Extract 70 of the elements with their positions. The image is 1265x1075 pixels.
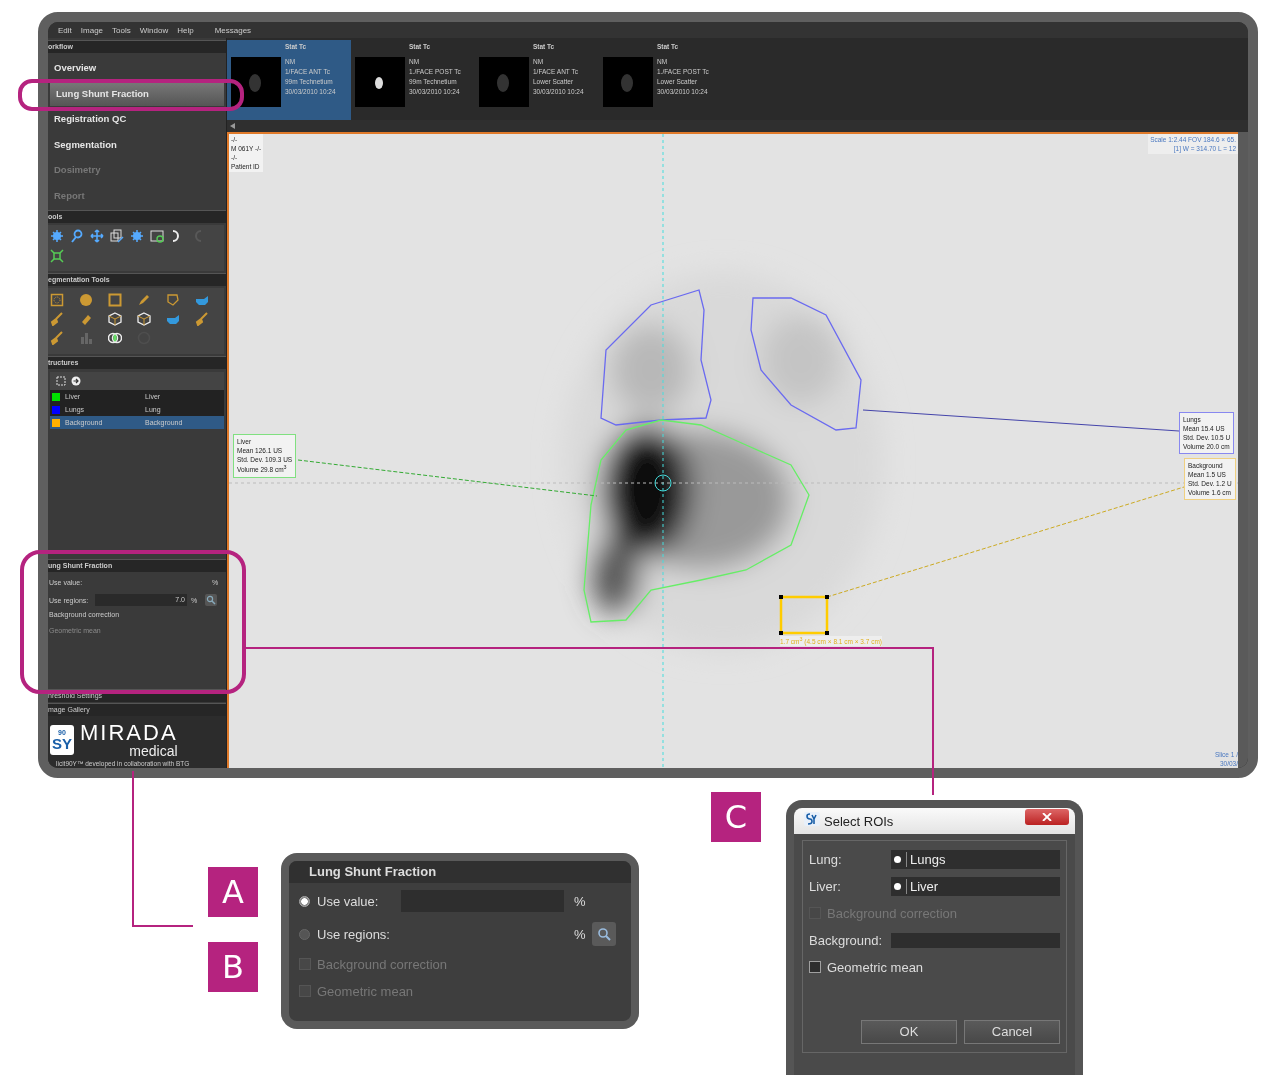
search-icon: [597, 927, 611, 941]
move-icon[interactable]: [90, 229, 104, 243]
eraser-icon[interactable]: [79, 312, 93, 326]
close-button[interactable]: [1025, 809, 1069, 825]
pencil-icon[interactable]: [137, 293, 151, 307]
workflow-item[interactable]: Registration QC: [48, 106, 226, 132]
callout-letter: B: [208, 942, 258, 992]
radio-button[interactable]: [299, 895, 310, 907]
window-icon[interactable]: [150, 229, 164, 243]
scrollbar[interactable]: [1238, 132, 1248, 768]
input-field[interactable]: [891, 932, 1060, 948]
gear-icon[interactable]: [130, 229, 144, 243]
field-label: Background:: [809, 932, 883, 948]
roi-selector[interactable]: Lungs: [891, 849, 1060, 869]
logo-text: MIRADA: [80, 722, 178, 744]
overlap-icon[interactable]: [108, 331, 122, 345]
square-icon[interactable]: [108, 293, 122, 307]
close-icon: [1042, 813, 1052, 821]
scan-thumbnail: [603, 57, 653, 107]
brush-icon[interactable]: [195, 312, 209, 326]
dashed-square-icon[interactable]: [50, 293, 64, 307]
search-button[interactable]: [592, 922, 616, 946]
cube-icon[interactable]: [137, 312, 151, 326]
callout-letter: C: [711, 792, 761, 842]
circle-icon[interactable]: [79, 293, 93, 307]
arrow-right-icon[interactable]: [71, 376, 81, 386]
lung-contour[interactable]: [600, 289, 712, 426]
menu-item[interactable]: Image: [80, 25, 104, 35]
checkbox[interactable]: [809, 961, 821, 973]
option-label: Use regions:: [317, 926, 391, 942]
crosshair-ring: [654, 474, 672, 492]
panel-title: Lung Shunt Fraction: [289, 861, 631, 883]
callout-letter: A: [208, 867, 258, 917]
logo-text: medical: [129, 744, 178, 758]
unit-label: %: [574, 893, 587, 909]
option-label: Use value:: [317, 893, 380, 909]
menu-item[interactable]: Help: [177, 25, 194, 35]
workflow-item[interactable]: Segmentation: [48, 131, 226, 157]
checkbox-label: Geometric mean: [317, 983, 414, 999]
fit-icon[interactable]: [50, 249, 64, 263]
dialog-button[interactable]: OK: [861, 1020, 957, 1044]
unit-label: %: [574, 926, 587, 942]
dialog-title: Select ROIs: [824, 813, 894, 829]
roi-selector[interactable]: Liver: [891, 876, 1060, 896]
brush-icon[interactable]: [50, 312, 64, 326]
menu-item[interactable]: Tools: [112, 25, 131, 35]
magnifier-icon[interactable]: [70, 229, 84, 243]
roi-box[interactable]: [779, 595, 829, 635]
checkbox-label: Geometric mean: [827, 959, 924, 975]
gear-icon[interactable]: [50, 229, 64, 243]
menu-item[interactable]: Edit: [58, 25, 72, 35]
field-label: Lung:: [809, 851, 843, 867]
brush-icon[interactable]: [50, 331, 64, 345]
layers-icon[interactable]: [110, 229, 124, 243]
scan-thumbnail: [479, 57, 529, 107]
field-label: Liver:: [809, 878, 842, 894]
collapse-arrow-icon[interactable]: [230, 123, 236, 129]
dialog-button[interactable]: Cancel: [964, 1020, 1060, 1044]
search-icon[interactable]: [205, 594, 217, 606]
liver-contour[interactable]: [583, 419, 810, 623]
radio-button[interactable]: [299, 928, 310, 940]
cube-icon[interactable]: [108, 312, 122, 326]
checkbox-label: Background correction: [317, 956, 448, 972]
lung-contour[interactable]: [750, 297, 862, 431]
menu-item[interactable]: Messages: [214, 25, 252, 35]
polygon-icon[interactable]: [166, 293, 180, 307]
workflow-item[interactable]: Overview: [48, 55, 226, 81]
scan-thumbnail: [231, 57, 281, 107]
menu-item[interactable]: Window: [139, 25, 169, 35]
scan-thumbnail: [355, 57, 405, 107]
